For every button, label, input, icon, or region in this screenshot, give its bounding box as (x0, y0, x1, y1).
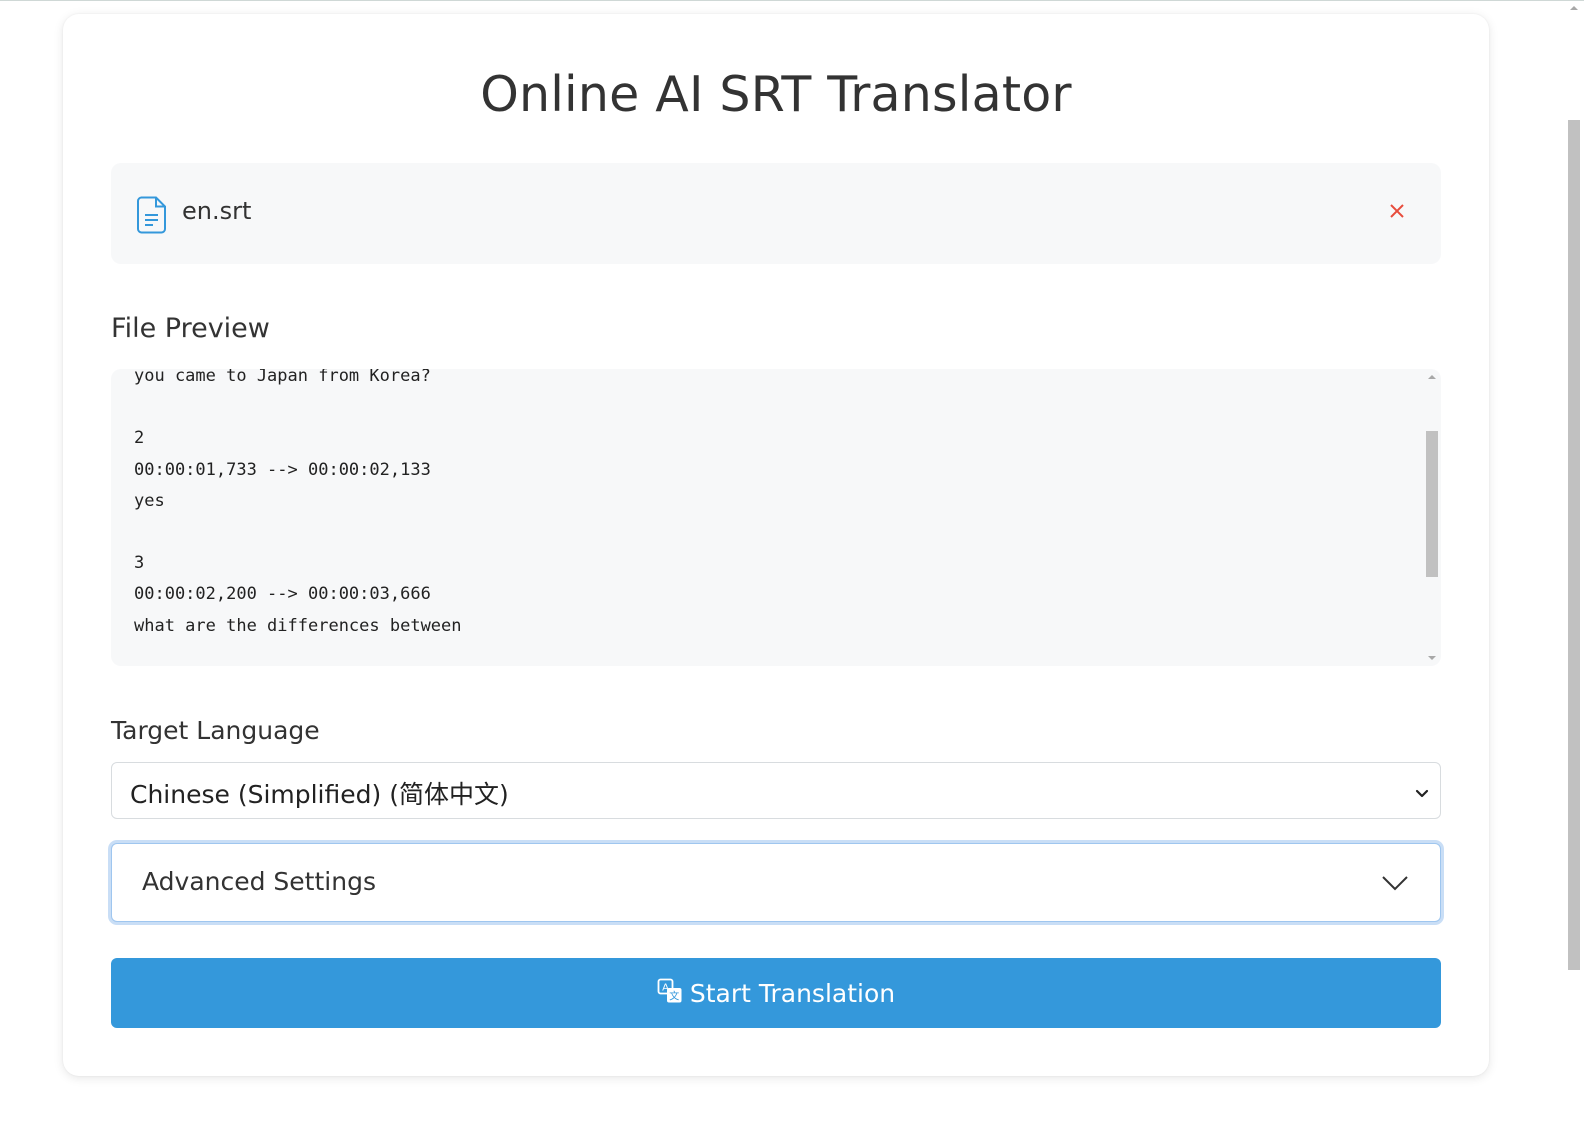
page-scroll-up-arrow-icon[interactable] (1570, 6, 1578, 10)
file-preview-textarea[interactable]: you came to Japan from Korea? 2 00:00:01… (111, 369, 1441, 666)
start-translation-button[interactable]: A 文 Start Translation (111, 958, 1441, 1028)
file-preview-heading: File Preview (111, 313, 270, 344)
preview-scrollbar[interactable] (1425, 369, 1439, 666)
close-icon (1390, 204, 1404, 218)
scroll-down-arrow-icon[interactable] (1428, 656, 1436, 660)
page-title: Online AI SRT Translator (480, 66, 1072, 123)
selected-language: Chinese (Simplified) (简体中文) (130, 780, 509, 809)
translator-card: Online AI SRT Translator en.srt File Pre… (63, 14, 1489, 1076)
page-scrollbar-thumb[interactable] (1568, 120, 1580, 970)
chevron-down-icon (1381, 874, 1409, 896)
advanced-settings-toggle[interactable]: Advanced Settings (111, 843, 1441, 922)
page-scrollbar[interactable] (1567, 0, 1581, 1129)
advanced-settings-label: Advanced Settings (142, 867, 376, 896)
remove-file-button[interactable] (1387, 201, 1407, 221)
target-language-label: Target Language (111, 716, 320, 745)
top-border (0, 0, 1584, 1)
file-text-icon (137, 196, 167, 238)
file-name: en.srt (182, 197, 252, 225)
chevron-down-icon (1415, 784, 1429, 803)
scrollbar-thumb[interactable] (1426, 431, 1438, 577)
start-translation-label: Start Translation (689, 978, 896, 1008)
scroll-up-arrow-icon[interactable] (1428, 375, 1436, 379)
selected-file-panel: en.srt (111, 163, 1441, 264)
translate-icon: A 文 (657, 978, 683, 1008)
preview-content: you came to Japan from Korea? 2 00:00:01… (134, 369, 462, 636)
target-language-select[interactable]: Chinese (Simplified) (简体中文) (111, 762, 1441, 819)
svg-text:文: 文 (669, 990, 679, 1003)
